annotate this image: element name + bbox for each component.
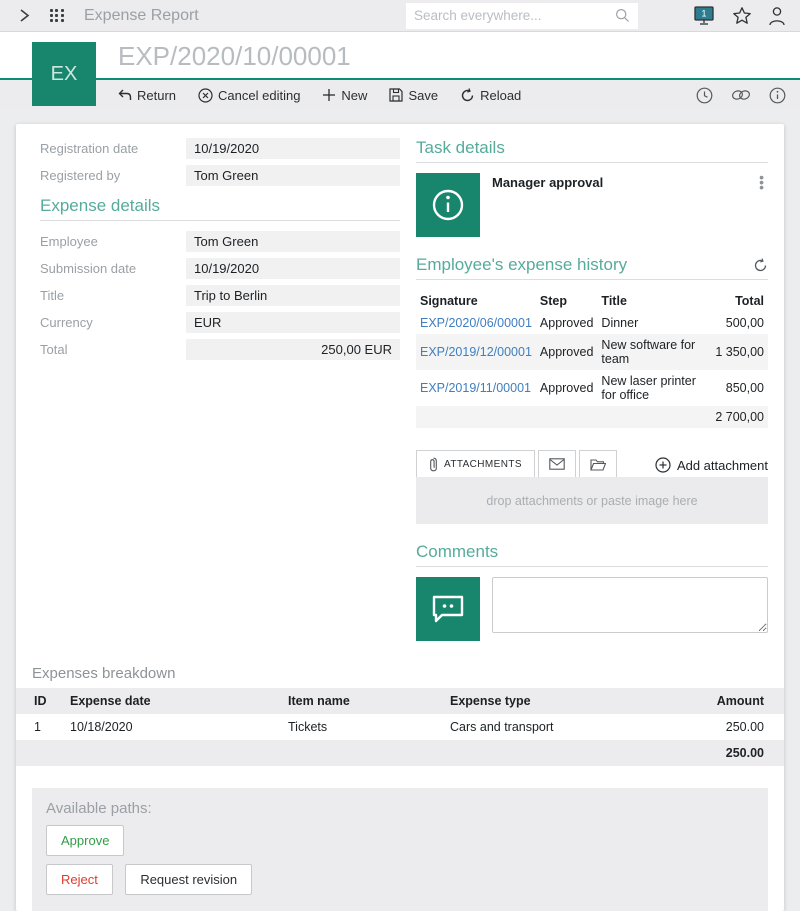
expense-history-header: Employee's expense history [416,255,768,280]
search-box[interactable] [406,3,638,29]
reject-button[interactable]: Reject [46,864,113,895]
field-label: Submission date [40,261,186,276]
field-total: Total 250,00 EUR [40,339,400,360]
save-icon [389,88,403,102]
action-toolbar: Return Cancel editing New Save Reload [0,80,800,110]
search-input[interactable] [414,8,615,23]
breakdown-header-row: ID Expense date Item name Expense type A… [16,688,784,714]
user-profile-icon[interactable] [768,6,786,26]
currency-field[interactable]: EUR [186,312,400,333]
comment-input[interactable] [492,577,768,633]
right-column: Task details Manager approval ••• Employ… [416,138,768,651]
available-paths-box: Available paths: Approve Reject Request … [32,788,768,911]
refresh-history-icon[interactable] [753,258,768,275]
registered-by-field[interactable]: Tom Green [186,165,400,186]
return-button[interactable]: Return [118,88,176,103]
top-bar: Expense Report 1 [0,0,800,32]
folder-icon [590,458,606,471]
left-column: Registration date 10/19/2020 Registered … [32,138,400,651]
comment-row [416,577,768,641]
history-record-link[interactable]: EXP/2019/11/00001 [420,381,531,395]
available-paths-title: Available paths: [46,800,754,817]
field-employee: Employee Tom Green [40,231,400,252]
search-icon[interactable] [615,8,630,23]
history-record-link[interactable]: EXP/2019/12/00001 [420,345,532,359]
notifications-icon[interactable]: 1 [692,5,716,27]
breakdown-row: 1 10/18/2020 Tickets Cars and transport … [16,714,784,740]
field-registered-by: Registered by Tom Green [40,165,400,186]
cancel-editing-button[interactable]: Cancel editing [198,88,300,103]
attachments-dropzone[interactable]: drop attachments or paste image here [416,477,768,524]
history-header-row: Signature Step Title Total [416,290,768,312]
expense-history-table: Signature Step Title Total EXP/2020/06/0… [416,290,768,428]
page-body: Registration date 10/19/2020 Registered … [0,110,800,911]
title-field[interactable]: Trip to Berlin [186,285,400,306]
link-icon[interactable] [731,87,751,104]
task-name: Manager approval [480,173,755,190]
breakdown-total-row: 250.00 [16,740,784,766]
paperclip-icon [429,457,438,472]
history-row: EXP/2020/06/00001 Approved Dinner 500,00 [416,312,768,334]
task-info-icon [416,173,480,237]
new-button[interactable]: New [322,88,367,103]
breakdown-total: 250.00 [674,740,784,766]
attachments-tab-bar: ATTACHMENTS Add attachment [416,450,768,477]
record-title: EXP/2020/10/00001 [118,41,351,72]
save-button[interactable]: Save [389,88,438,103]
history-clock-icon[interactable] [696,87,713,104]
info-icon[interactable] [769,87,786,104]
field-label: Employee [40,234,186,249]
breakdown-title: Expenses breakdown [32,665,768,682]
task-details-row: Manager approval ••• [416,173,768,237]
field-label: Registered by [40,168,186,183]
submission-date-field[interactable]: 10/19/2020 [186,258,400,279]
history-row: EXP/2019/11/00001 Approved New laser pri… [416,370,768,406]
field-title: Title Trip to Berlin [40,285,400,306]
envelope-icon [549,458,565,470]
tab-attachments[interactable]: ATTACHMENTS [416,450,535,477]
tab-folder[interactable] [579,450,617,477]
plus-icon [322,88,336,102]
breakdown-table: ID Expense date Item name Expense type A… [16,688,784,766]
employee-field[interactable]: Tom Green [186,231,400,252]
comment-bubble-icon [416,577,480,641]
comments-header: Comments [416,542,768,567]
field-label: Currency [40,315,186,330]
history-record-link[interactable]: EXP/2020/06/00001 [420,316,532,330]
favorites-star-icon[interactable] [732,6,752,26]
app-title: Expense Report [84,7,199,25]
cancel-icon [198,88,213,103]
reload-button[interactable]: Reload [460,88,521,103]
registration-date-field[interactable]: 10/19/2020 [186,138,400,159]
add-attachment-button[interactable]: Add attachment [655,457,768,477]
history-row: EXP/2019/12/00001 Approved New software … [416,334,768,370]
notification-count: 1 [701,8,706,18]
field-label: Registration date [40,141,186,156]
record-card: Registration date 10/19/2020 Registered … [16,124,784,911]
history-total-row: 2 700,00 [416,406,768,428]
app-launcher-icon[interactable] [48,7,66,25]
expense-details-header: Expense details [40,196,400,221]
history-grand-total: 2 700,00 [706,406,768,428]
field-label: Title [40,288,186,303]
approve-button[interactable]: Approve [46,825,124,856]
record-header: EX EXP/2020/10/00001 [0,32,800,80]
task-menu-icon[interactable]: ••• [755,173,768,192]
field-submission-date: Submission date 10/19/2020 [40,258,400,279]
request-revision-button[interactable]: Request revision [125,864,252,895]
field-currency: Currency EUR [40,312,400,333]
tab-email[interactable] [538,450,576,477]
field-label: Total [40,342,186,357]
sidebar-expand-icon[interactable] [14,6,34,26]
plus-circle-icon [655,457,671,473]
reload-icon [460,88,475,103]
return-icon [118,89,132,102]
record-avatar: EX [32,42,96,106]
total-field: 250,00 EUR [186,339,400,360]
field-registration-date: Registration date 10/19/2020 [40,138,400,159]
task-details-header: Task details [416,138,768,163]
